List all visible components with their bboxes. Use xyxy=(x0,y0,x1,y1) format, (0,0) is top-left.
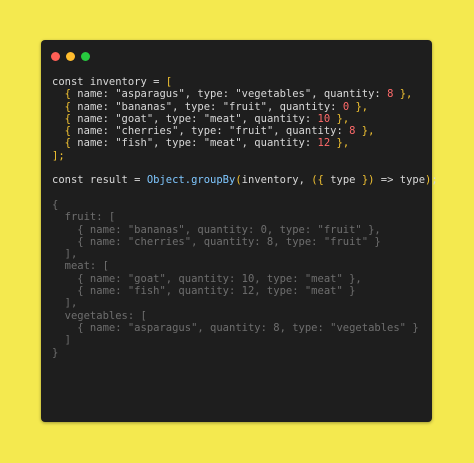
code-brace: }, xyxy=(393,88,413,101)
code-text: const inventory = xyxy=(52,76,166,88)
code-text: name: "cherries", type: "fruit", quantit… xyxy=(70,125,350,138)
minimize-button[interactable] xyxy=(66,52,75,61)
output-line: fruit: [ xyxy=(52,211,116,224)
output-line: { xyxy=(52,198,59,211)
code-line: { name: "bananas", type: "fruit", quanti… xyxy=(52,101,438,113)
code-line: const inventory = [ xyxy=(52,76,438,88)
code-line: ]; xyxy=(52,149,65,162)
code-text: => type xyxy=(374,174,426,187)
code-bracket: [ xyxy=(165,76,173,88)
code-number: 12 xyxy=(317,137,331,150)
code-function: Object.groupBy xyxy=(146,174,236,187)
code-text: name: "asparagus", type: "vegetables", q… xyxy=(70,88,388,101)
output-line: ], xyxy=(52,297,78,310)
code-text: inventory, xyxy=(241,174,312,187)
code-brace: }, xyxy=(355,125,375,138)
output-line: vegetables: [ xyxy=(52,309,147,322)
maximize-button[interactable] xyxy=(81,52,90,61)
output-line: ] xyxy=(52,334,71,347)
output-line: { name: "asparagus", quantity: 8, type: … xyxy=(52,321,419,334)
code-line: { name: "cherries", type: "fruit", quant… xyxy=(52,125,438,137)
code-line: const result = Object.groupBy(inventory,… xyxy=(52,174,438,186)
code-line: { name: "goat", type: "meat", quantity: … xyxy=(52,113,438,125)
code-text: ; xyxy=(431,174,438,187)
output-line: { name: "bananas", quantity: 0, type: "f… xyxy=(52,223,381,236)
code-text: type xyxy=(323,174,362,187)
output-line: { name: "goat", quantity: 10, type: "mea… xyxy=(52,272,362,285)
code-line: { name: "asparagus", type: "vegetables",… xyxy=(52,88,438,100)
output-line: } xyxy=(52,346,59,359)
close-button[interactable] xyxy=(51,52,60,61)
code-text: name: "goat", type: "meat", quantity: xyxy=(70,112,318,125)
code-brace: }, xyxy=(349,100,369,113)
code-text: name: "fish", type: "meat", quantity: xyxy=(70,137,318,150)
output-line: meat: [ xyxy=(52,260,109,273)
code-brace: }, xyxy=(330,112,350,125)
code-window: const inventory = [ { name: "asparagus",… xyxy=(41,40,438,422)
code-brace: }, xyxy=(330,137,350,150)
code-text: name: "bananas", type: "fruit", quantity… xyxy=(70,100,343,113)
code-line: { name: "fish", type: "meat", quantity: … xyxy=(52,137,438,149)
code-block: const inventory = [ { name: "asparagus",… xyxy=(52,76,438,359)
output-line: { name: "cherries", quantity: 8, type: "… xyxy=(52,235,381,248)
window-controls xyxy=(51,52,90,61)
code-number: 10 xyxy=(317,112,331,125)
code-text: const result = xyxy=(52,174,147,187)
output-line: ], xyxy=(52,248,78,261)
output-line: { name: "fish", quantity: 12, type: "mea… xyxy=(52,285,356,298)
